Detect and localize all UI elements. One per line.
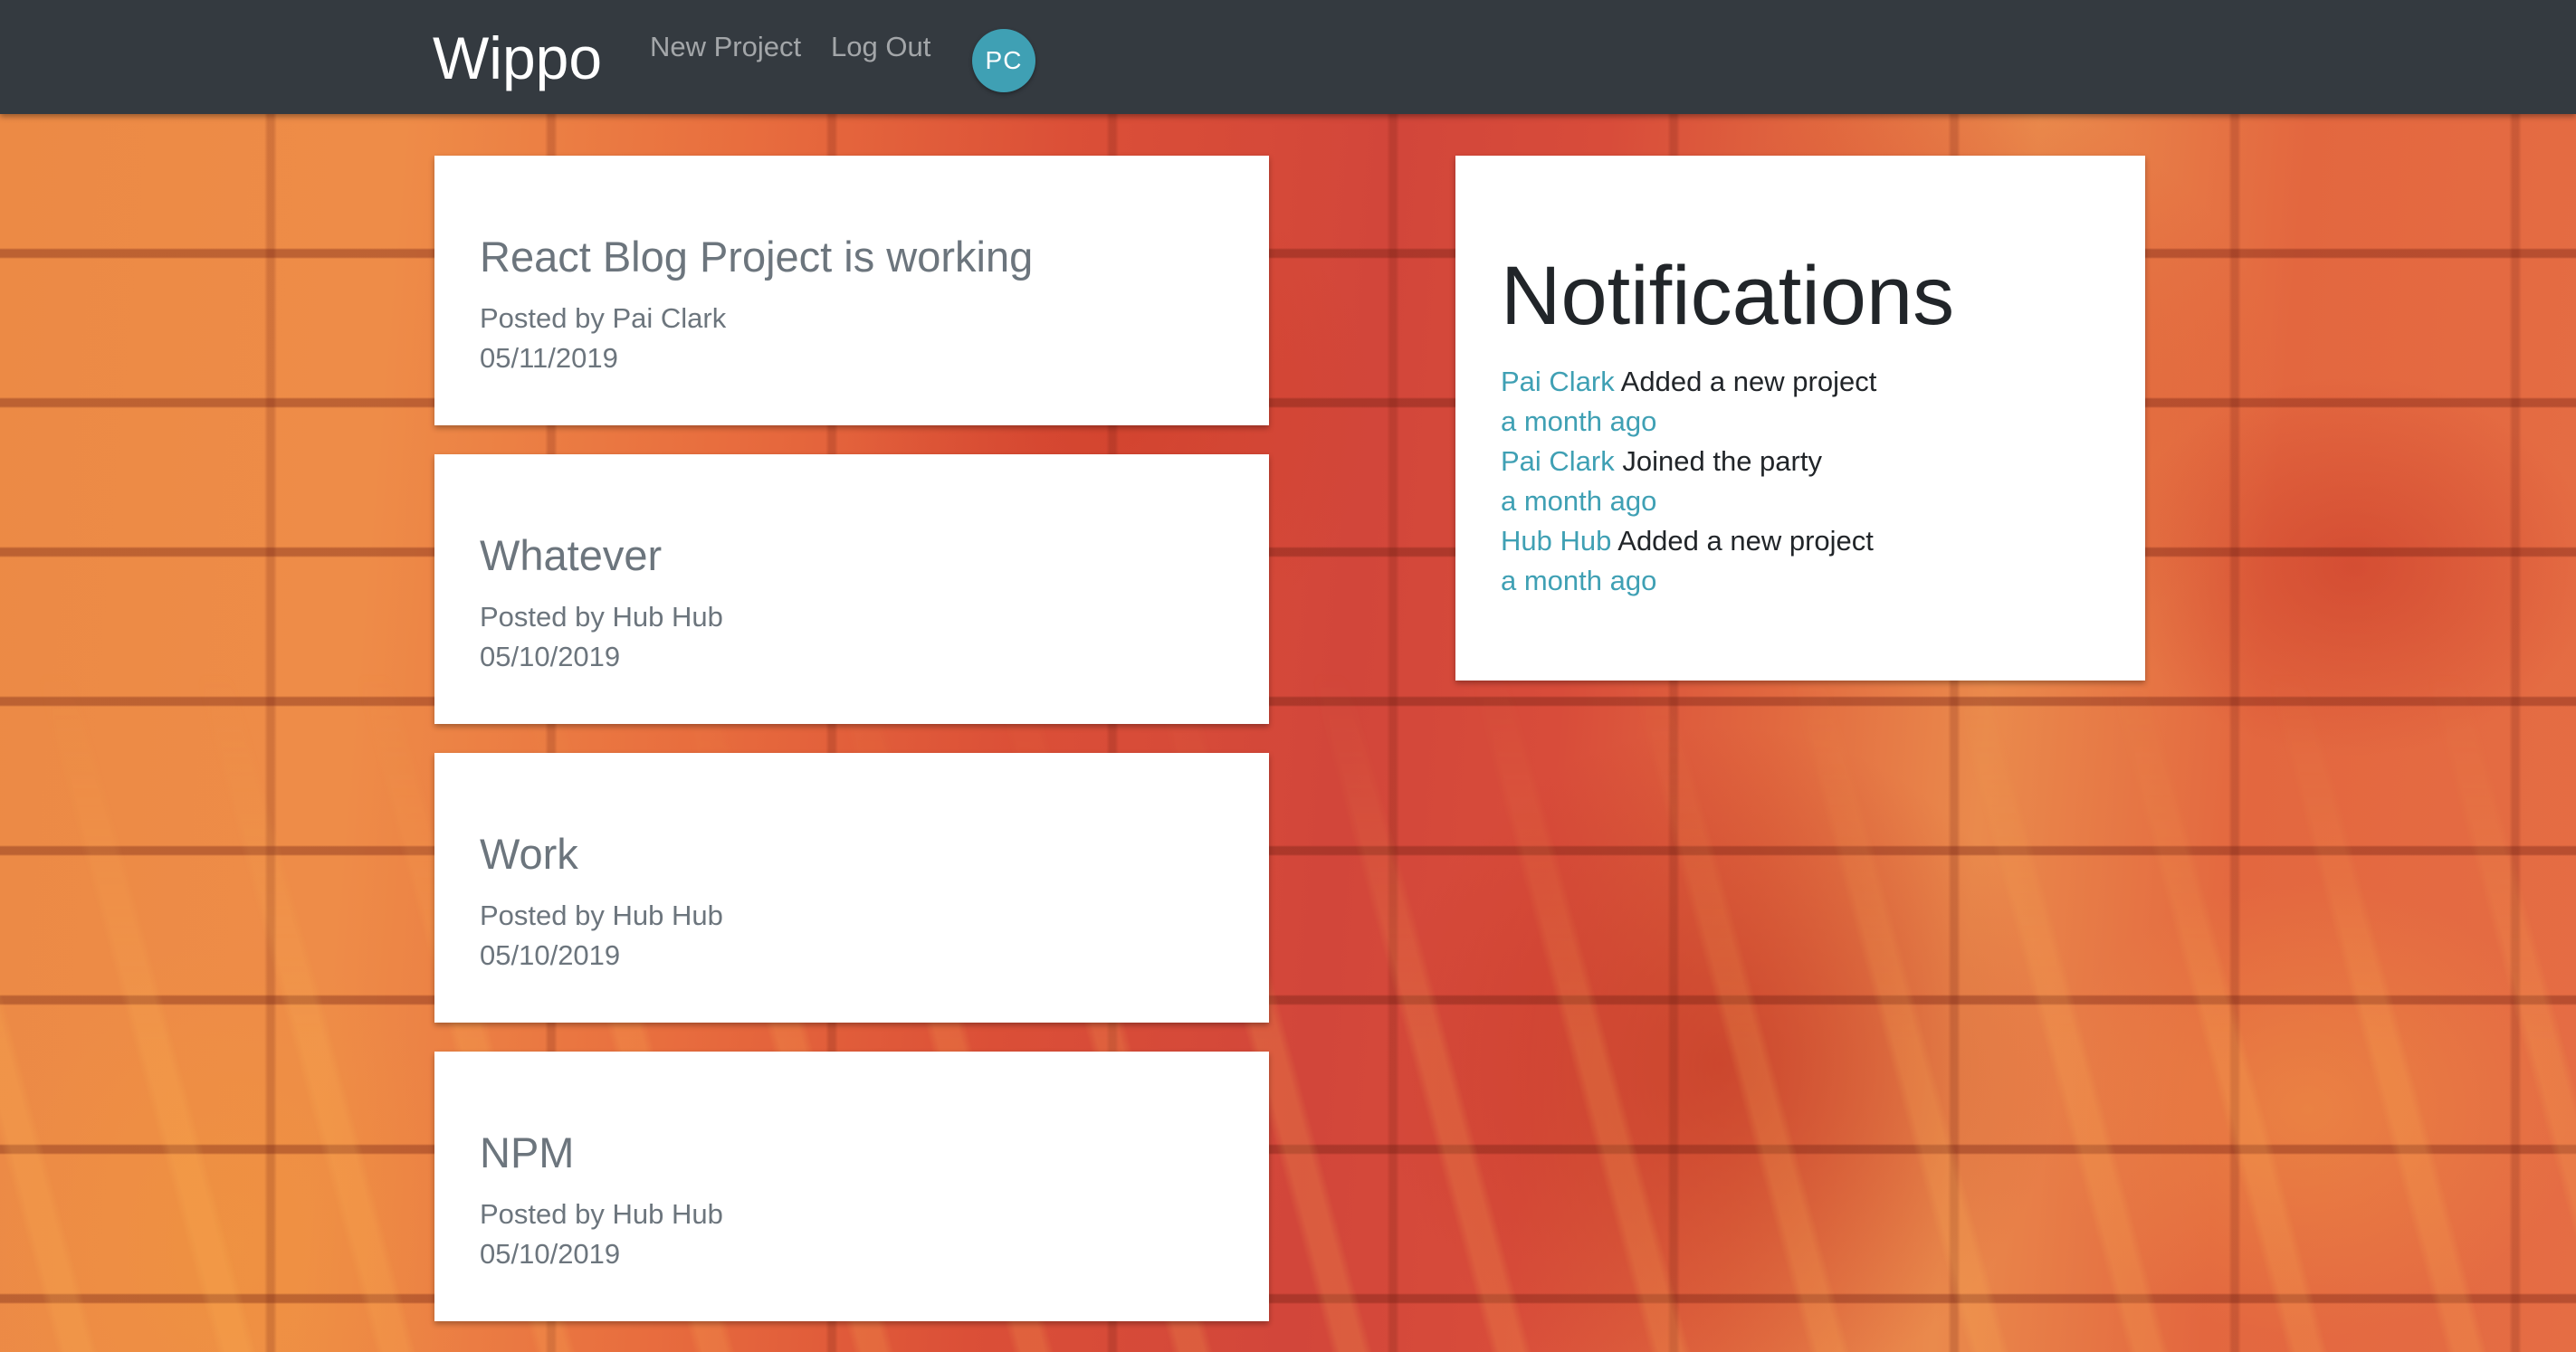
project-author: Posted by Hub Hub: [480, 900, 723, 931]
notification-text: Pai Clark Added a new project: [1501, 362, 2145, 402]
project-date: 05/10/2019: [480, 939, 621, 971]
notification-action: Added a new project: [1617, 525, 1874, 557]
project-title: React Blog Project is working: [480, 233, 1034, 281]
project-date: 05/11/2019: [480, 342, 618, 374]
project-author: Posted by Pai Clark: [480, 302, 727, 334]
project-card[interactable]: Whatever Posted by Hub Hub 05/10/2019: [434, 454, 1269, 724]
new-project-link[interactable]: New Project: [650, 27, 801, 67]
notification-time: a month ago: [1501, 485, 1657, 517]
project-author: Posted by Hub Hub: [480, 601, 723, 633]
notification-item: Pai Clark Added a new project a month ag…: [1501, 362, 2145, 442]
log-out-link[interactable]: Log Out: [831, 27, 930, 67]
graffiti-stripes: [0, 114, 2576, 1352]
notification-user-link[interactable]: Pai Clark: [1501, 366, 1615, 397]
project-author: Posted by Hub Hub: [480, 1198, 723, 1230]
project-title: NPM: [480, 1128, 575, 1176]
notification-action: Added a new project: [1620, 366, 1877, 397]
background-brick-wall: [0, 114, 2576, 1352]
project-card[interactable]: NPM Posted by Hub Hub 05/10/2019: [434, 1052, 1269, 1321]
project-card[interactable]: React Blog Project is working Posted by …: [434, 156, 1269, 425]
notifications-panel: Notifications Pai Clark Added a new proj…: [1455, 156, 2145, 681]
notifications-title: Notifications: [1501, 250, 1955, 342]
notification-item: Hub Hub Added a new project a month ago: [1501, 521, 2145, 601]
project-date: 05/10/2019: [480, 1238, 621, 1270]
brand-logo[interactable]: Wippo: [433, 22, 602, 94]
notification-user-link[interactable]: Hub Hub: [1501, 525, 1611, 557]
notification-time: a month ago: [1501, 405, 1657, 437]
notification-item: Pai Clark Joined the party a month ago: [1501, 442, 2145, 521]
user-avatar[interactable]: PC: [972, 29, 1035, 92]
notification-time: a month ago: [1501, 565, 1657, 596]
project-title: Work: [480, 830, 578, 878]
notification-text: Hub Hub Added a new project: [1501, 521, 2145, 561]
notification-action: Joined the party: [1622, 445, 1822, 477]
notification-user-link[interactable]: Pai Clark: [1501, 445, 1615, 477]
navbar: Wippo New Project Log Out PC: [0, 0, 2576, 114]
project-title: Whatever: [480, 531, 663, 579]
project-card[interactable]: Work Posted by Hub Hub 05/10/2019: [434, 753, 1269, 1023]
project-list: React Blog Project is working Posted by …: [434, 156, 1269, 1350]
project-date: 05/10/2019: [480, 641, 621, 672]
notification-text: Pai Clark Joined the party: [1501, 442, 2145, 481]
